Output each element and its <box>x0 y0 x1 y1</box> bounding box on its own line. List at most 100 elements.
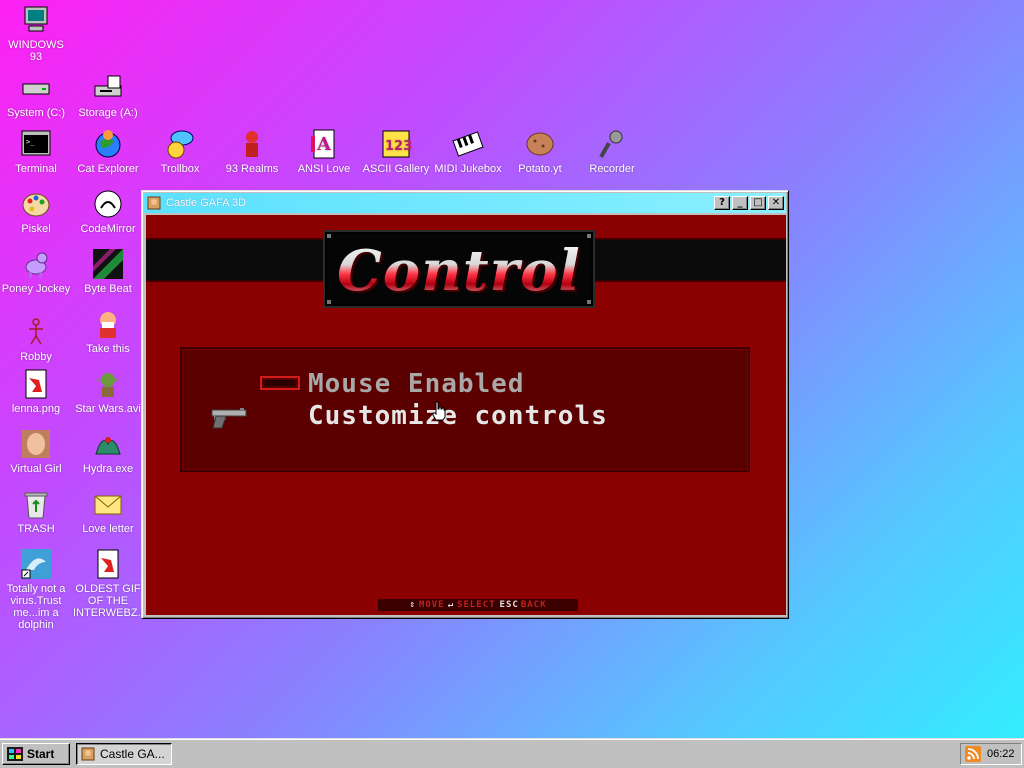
desktop-icon-label: Poney Jockey <box>1 283 71 295</box>
face-photo-icon <box>22 430 50 458</box>
desktop-icon-label: ANSI Love <box>297 163 351 175</box>
letter-a-icon: A <box>311 129 335 159</box>
hint-esc-key: ESC <box>499 600 519 610</box>
desktop-icon-label: Storage (A:) <box>78 107 138 119</box>
castle-gafa-window[interactable]: Castle GAFA 3D ? _ □ ✕ Control Mouse Ena… <box>141 190 789 619</box>
cat-mirror-icon <box>94 190 122 218</box>
menu-item-mouse-enabled[interactable]: Mouse Enabled <box>308 369 525 399</box>
desktop-icon-label: Piskel <box>21 223 51 235</box>
stick-figure-icon <box>29 318 43 345</box>
desktop-icon-ascii-gallery[interactable]: 123 ASCII Gallery <box>360 128 432 175</box>
minimize-button[interactable]: _ <box>732 196 748 210</box>
desktop-icon-label: TRASH <box>17 523 55 535</box>
menu-item-customize-controls[interactable]: Customize controls <box>308 401 608 431</box>
piano-keys-icon <box>452 131 484 157</box>
desktop-icon-label: ASCII Gallery <box>362 163 430 175</box>
svg-text:123: 123 <box>385 139 412 154</box>
desktop-icon-potato-yt[interactable]: Potato.yt <box>504 128 576 175</box>
maximize-button[interactable]: □ <box>750 196 766 210</box>
desktop-icon-93-realms[interactable]: 93 Realms <box>216 128 288 175</box>
logo-box: Control <box>323 230 595 308</box>
close-button[interactable]: ✕ <box>768 196 784 210</box>
desktop-icon-label: Star Wars.avi <box>75 403 141 415</box>
control-logo-text: Control <box>325 238 593 304</box>
globe-cat-icon <box>95 130 121 158</box>
hint-select: SELECT <box>457 600 496 610</box>
help-button[interactable]: ? <box>714 196 730 210</box>
desktop-icon-label: Robby <box>20 351 52 363</box>
knight-icon <box>246 131 258 157</box>
mouse-enabled-toggle[interactable] <box>260 376 300 390</box>
desktop-icon-love-letter[interactable]: Love letter <box>72 488 144 535</box>
svg-text:A: A <box>316 134 332 155</box>
desktop-icon-label: Love letter <box>82 523 134 535</box>
castle-gafa-app-icon <box>147 196 161 210</box>
old-man-icon <box>100 312 116 338</box>
desktop-icon-label: Trollbox <box>160 163 200 175</box>
desktop-icon-piskel[interactable]: Piskel <box>0 188 72 235</box>
hint-move: MOVE <box>418 600 445 610</box>
desktop-icon-storage-a[interactable]: Storage (A:) <box>72 72 144 119</box>
desktop-icon-codemirror[interactable]: CodeMirror <box>72 188 144 235</box>
chat-bubble-icon <box>167 130 194 159</box>
desktop-icon-trash[interactable]: TRASH <box>0 488 72 535</box>
computer-icon <box>24 6 48 32</box>
desktop-icon-label: CodeMirror <box>80 223 136 235</box>
desktop-icon-label: Terminal <box>15 163 57 175</box>
microphone-icon <box>599 130 623 158</box>
desktop-icon-robby[interactable]: Robby <box>0 316 72 363</box>
desktop-icon-label: Recorder <box>589 163 635 175</box>
desktop-icon-virtual-girl[interactable]: Virtual Girl <box>0 428 72 475</box>
desktop-icon-label: Potato.yt <box>518 163 562 175</box>
rss-feed-icon[interactable] <box>965 745 981 762</box>
control-menu-panel: Mouse Enabled Customize controls <box>180 347 750 472</box>
desktop-icon-midi-jukebox[interactable]: MIDI Jukebox <box>432 128 504 175</box>
recycle-bin-icon <box>24 492 48 519</box>
desktop-icon-label: Hydra.exe <box>82 463 134 475</box>
window-titlebar[interactable]: Castle GAFA 3D ? _ □ ✕ <box>144 193 786 213</box>
desktop-icon-label: WINDOWS 93 <box>8 39 64 63</box>
potato-icon <box>526 132 554 156</box>
desktop-icon-system-c[interactable]: System (C:) <box>0 72 72 119</box>
taskbar-item-castle-gafa[interactable]: Castle GA... <box>76 742 172 765</box>
system-tray: 06:22 <box>960 742 1022 765</box>
taskbar-item-label: Castle GA... <box>100 746 165 761</box>
dolphin-shortcut-icon <box>21 549 51 579</box>
taskbar: Start Castle GA... 06:22 <box>0 738 1024 768</box>
desktop-icon-cat-explorer[interactable]: Cat Explorer <box>72 128 144 175</box>
desktop-icon-label: Take this <box>86 343 130 355</box>
window-title: Castle GAFA 3D <box>166 197 247 209</box>
desktop-icon-trollbox[interactable]: Trollbox <box>144 128 216 175</box>
hint-back: BACK <box>520 600 547 610</box>
hand-pointer-cursor-icon <box>432 401 446 421</box>
desktop-icon-recorder[interactable]: Recorder <box>576 128 648 175</box>
desktop-icon-ansi-love[interactable]: A ANSI Love <box>288 128 360 175</box>
desktop-icon-label: Byte Beat <box>84 283 132 295</box>
desktop-icon-poney-jockey[interactable]: Poney Jockey <box>0 248 72 295</box>
start-label: Start <box>27 746 55 761</box>
desktop-icon-take-this[interactable]: Take this <box>72 308 144 355</box>
terminal-icon: >_ <box>21 130 51 156</box>
svg-text:>_: >_ <box>26 138 35 146</box>
desktop-icon-windows93[interactable]: WINDOWS 93 <box>0 4 72 63</box>
desktop-icon-oldest-gif[interactable]: OLDEST GIF OF THE INTERWEBZ.gif <box>72 548 153 619</box>
updown-arrow-icon: ⇕ <box>409 600 416 610</box>
start-button[interactable]: Start <box>2 742 70 765</box>
hard-drive-icon <box>22 83 50 95</box>
desktop-icon-hydra-exe[interactable]: Hydra.exe <box>72 428 144 475</box>
game-viewport[interactable]: Control Mouse Enabled Customize controls… <box>146 215 786 615</box>
numbers-icon: 123 <box>382 130 412 158</box>
desktop-icon-label: Virtual Girl <box>10 463 62 475</box>
desktop-icon-byte-beat[interactable]: Byte Beat <box>72 248 144 295</box>
clock: 06:22 <box>987 747 1015 760</box>
desktop-icon-lenna-png[interactable]: lenna.png <box>0 368 72 415</box>
envelope-icon <box>94 495 122 515</box>
desktop-icon-label: OLDEST GIF OF THE INTERWEBZ.gif <box>73 583 153 619</box>
desktop-icon-star-wars[interactable]: Star Wars.avi <box>72 368 144 415</box>
desktop-icon-label: lenna.png <box>11 403 61 415</box>
desktop-icon-dolphin[interactable]: Totally not a virus.Trust me...im a dolp… <box>0 548 72 631</box>
hydra-icon <box>95 437 121 455</box>
bytebeat-icon <box>93 249 123 279</box>
desktop-icon-label: System (C:) <box>6 107 66 119</box>
desktop-icon-terminal[interactable]: >_ Terminal <box>0 128 72 175</box>
